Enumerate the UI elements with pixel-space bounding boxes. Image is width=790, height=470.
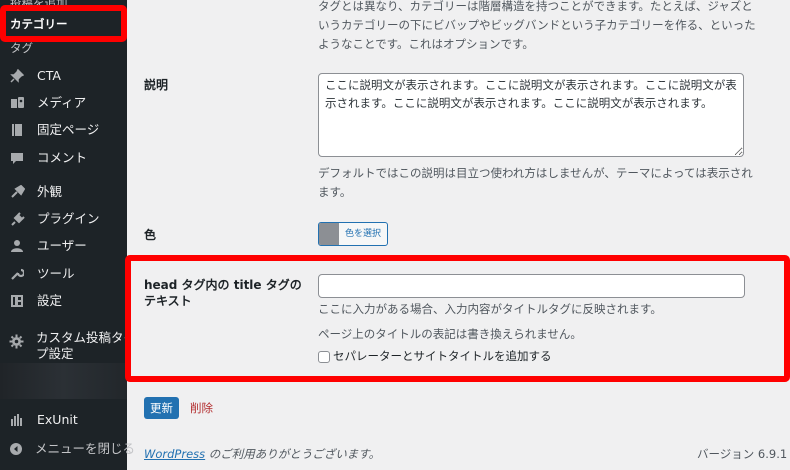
appearance-icon xyxy=(9,184,25,200)
sidebar-item-users[interactable]: ユーザー xyxy=(0,238,127,260)
description-textarea[interactable] xyxy=(318,73,744,157)
sidebar-item-exunit[interactable]: ExUnit xyxy=(0,412,127,434)
user-icon xyxy=(9,238,25,254)
page-icon xyxy=(9,122,25,138)
footer-thanks: WordPress のご利用ありがとうございます。 xyxy=(144,447,381,461)
parent-help-text: タグとは異なり、カテゴリーは階層構造を持つことができます。たとえば、ジャズと い… xyxy=(318,0,756,51)
sidebar-item-appearance[interactable]: 外観 xyxy=(0,184,127,206)
sidebar-item-tools[interactable]: ツール xyxy=(0,266,127,288)
admin-sidebar: 投稿を追加 カテゴリー タグ CTA メディア 固定ページ コメント 外観 プラ… xyxy=(0,0,136,470)
exunit-icon xyxy=(9,412,25,428)
collapse-icon xyxy=(9,441,23,457)
sidebar-item-pages[interactable]: 固定ページ xyxy=(0,122,127,144)
sidebar-item-label: 外観 xyxy=(37,184,63,199)
description-label: 説明 xyxy=(144,78,169,92)
edit-term-form: タグとは異なり、カテゴリーは階層構造を持つことができます。たとえば、ジャズと い… xyxy=(127,0,790,470)
color-picker-button[interactable]: 色を選択 xyxy=(318,222,388,246)
annotation-highlight-title-tag xyxy=(125,255,790,382)
wordpress-link[interactable]: WordPress xyxy=(144,447,205,461)
sidebar-item-plugins[interactable]: プラグイン xyxy=(0,211,127,233)
sidebar-item-comments[interactable]: コメント xyxy=(0,150,127,172)
sidebar-item-label: 固定ページ xyxy=(37,122,100,137)
settings-icon xyxy=(9,293,25,309)
sidebar-item-label: CTA xyxy=(37,68,61,83)
sidebar-item-label: プラグイン xyxy=(37,211,100,226)
collapse-menu-button[interactable]: メニューを閉じる xyxy=(0,441,135,463)
delete-link[interactable]: 削除 xyxy=(190,400,213,416)
sidebar-item-custom-post-type[interactable]: カスタム投稿タイ プ設定 xyxy=(0,330,136,364)
sidebar-item-label: メディア xyxy=(37,95,87,110)
plugin-icon xyxy=(9,211,25,227)
sidebar-item-label: ユーザー xyxy=(37,238,87,253)
pin-icon xyxy=(9,68,25,84)
comment-icon xyxy=(9,150,25,166)
media-icon xyxy=(9,95,25,111)
color-picker-label: 色を選択 xyxy=(344,229,381,239)
gear-icon xyxy=(9,333,24,349)
sidebar-item-media[interactable]: メディア xyxy=(0,95,127,117)
update-button[interactable]: 更新 xyxy=(144,397,179,419)
footer-version: バージョン 6.9.1 xyxy=(697,447,788,461)
sidebar-item-label: 設定 xyxy=(37,293,63,308)
sidebar-item-label: メニューを閉じる xyxy=(35,441,136,456)
sidebar-item-label: カスタム投稿タイ プ設定 xyxy=(36,330,137,361)
sidebar-item-label: ExUnit xyxy=(37,412,78,427)
sidebar-sub-tag[interactable]: タグ xyxy=(10,40,33,56)
blurred-menu-area xyxy=(0,363,127,399)
color-label: 色 xyxy=(144,228,157,242)
annotation-highlight-category xyxy=(0,5,127,42)
sidebar-item-settings[interactable]: 設定 xyxy=(0,293,127,315)
tools-icon xyxy=(9,266,25,282)
sidebar-item-label: ツール xyxy=(37,266,75,281)
description-help-text: デフォルトではこの説明は目立つ使われ方はしませんが、テーマによっては表示され ま… xyxy=(318,166,753,199)
sidebar-item-label: コメント xyxy=(37,150,88,165)
color-swatch xyxy=(319,223,339,245)
sidebar-item-cta[interactable]: CTA xyxy=(0,68,127,90)
